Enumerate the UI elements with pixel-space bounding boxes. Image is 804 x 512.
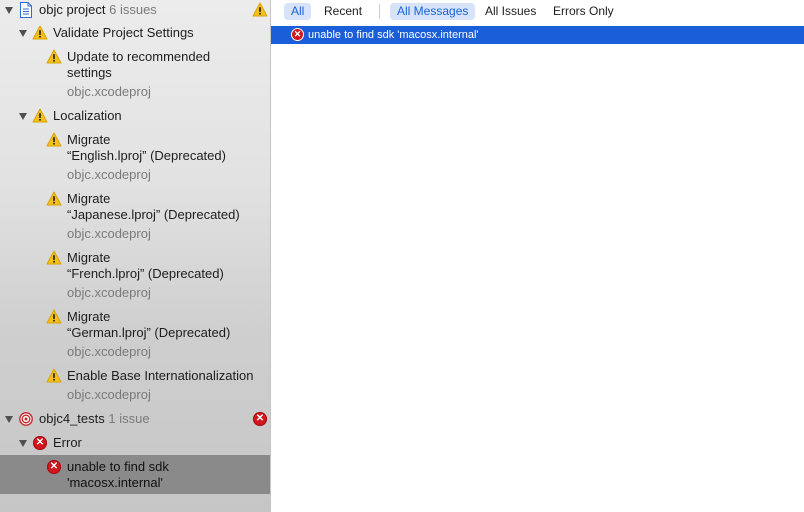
warning-icon (46, 49, 62, 64)
disclosure-triangle-error[interactable] (19, 440, 27, 447)
error-icon: ✕ (33, 436, 47, 450)
target-row[interactable]: objc4_tests 1 issue (39, 411, 150, 427)
warning-icon (46, 368, 62, 383)
disclosure-triangle-project[interactable] (5, 7, 13, 14)
issue-title-line1: unable to find sdk (67, 459, 169, 474)
group-validate-project-settings[interactable]: Validate Project Settings (53, 25, 194, 41)
issue-migrate-french[interactable]: Migrate “French.lproj” (Deprecated) objc… (67, 250, 224, 301)
issue-title-line2: “English.lproj” (Deprecated) (67, 148, 226, 163)
issue-migrate-german[interactable]: Migrate “German.lproj” (Deprecated) objc… (67, 309, 230, 360)
issue-title-line2: “Japanese.lproj” (Deprecated) (67, 207, 240, 222)
project-row[interactable]: objc project 6 issues (39, 2, 157, 18)
filter-all-messages[interactable]: All Messages (390, 3, 476, 20)
filter-errors-only[interactable]: Errors Only (546, 3, 621, 20)
filter-all-issues[interactable]: All Issues (478, 3, 543, 20)
issue-title-line1: Migrate (67, 250, 111, 265)
target-name: objc4_tests (39, 411, 105, 426)
issue-title-line2: settings (67, 65, 112, 80)
issue-enable-base-internationalization[interactable]: Enable Base Internationalization objc.xc… (67, 368, 253, 403)
warning-icon (46, 132, 62, 147)
issue-title-line1: Update to recommended (67, 49, 211, 64)
error-icon: ✕ (291, 28, 304, 41)
project-name: objc project (39, 2, 106, 17)
issue-migrate-english[interactable]: Migrate “English.lproj” (Deprecated) obj… (67, 132, 226, 183)
warning-icon (32, 108, 48, 123)
issue-file: objc.xcodeproj (67, 226, 151, 241)
issue-file: objc.xcodeproj (67, 344, 151, 359)
target-issue-count: 1 issue (108, 411, 150, 426)
issue-title-line2: “French.lproj” (Deprecated) (67, 266, 224, 281)
group-localization[interactable]: Localization (53, 108, 122, 124)
disclosure-triangle-validate[interactable] (19, 30, 27, 37)
issue-unable-to-find-sdk[interactable]: unable to find sdk 'macosx.internal' (67, 459, 169, 491)
group-error[interactable]: Error (53, 435, 82, 451)
log-message-row[interactable]: ✕ unable to find sdk 'macosx.internal' (271, 26, 804, 44)
issue-update-settings[interactable]: Update to recommended settings objc.xcod… (67, 49, 210, 100)
issue-title-line1: Enable Base Internationalization (67, 368, 254, 383)
issue-migrate-japanese[interactable]: Migrate “Japanese.lproj” (Deprecated) ob… (67, 191, 240, 242)
issue-file: objc.xcodeproj (67, 167, 151, 182)
issue-title-line2: “German.lproj” (Deprecated) (67, 325, 231, 340)
issue-navigator: objc project 6 issues Validate Project S… (0, 0, 271, 512)
warning-icon (46, 309, 62, 324)
issue-file: objc.xcodeproj (67, 285, 151, 300)
filter-separator (379, 4, 380, 19)
filter-all[interactable]: All (284, 3, 312, 20)
warning-icon (46, 191, 62, 206)
warning-icon (46, 250, 62, 265)
warning-icon (32, 25, 48, 40)
issue-title-line1: Migrate (67, 309, 111, 324)
issue-file: objc.xcodeproj (67, 84, 151, 99)
disclosure-triangle-localization[interactable] (19, 113, 27, 120)
target-icon (19, 412, 33, 426)
log-message-text: unable to find sdk 'macosx.internal' (308, 29, 479, 41)
project-issue-count: 6 issues (109, 2, 157, 17)
error-icon: ✕ (47, 460, 61, 474)
issue-title-line2: 'macosx.internal' (67, 475, 164, 490)
issue-title-line1: Migrate (67, 191, 111, 206)
issue-title-line1: Migrate (67, 132, 111, 147)
build-log-area: All Recent All Messages All Issues Error… (271, 0, 804, 512)
target-error-icon: ✕ (253, 412, 267, 426)
filter-recent[interactable]: Recent (317, 3, 369, 20)
project-file-icon (20, 2, 32, 18)
issue-file: objc.xcodeproj (67, 387, 151, 402)
disclosure-triangle-target[interactable] (5, 416, 13, 423)
project-warning-icon (252, 2, 268, 17)
